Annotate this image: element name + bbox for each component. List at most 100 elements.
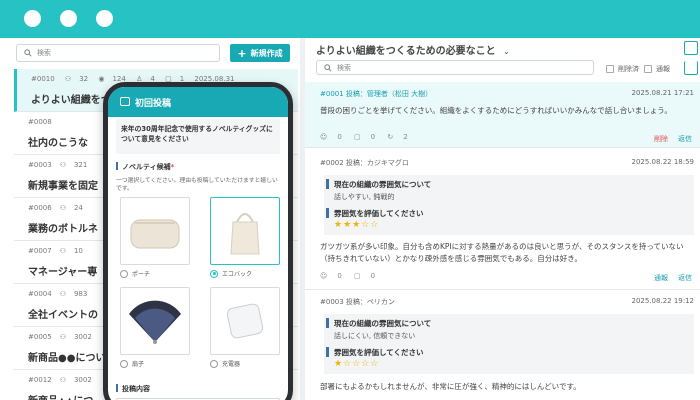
list-item-title: マネージャー専 bbox=[28, 267, 98, 278]
required-mark: * bbox=[170, 163, 175, 171]
user-icon: ⚇ bbox=[59, 376, 66, 384]
list-item-users: 10 bbox=[73, 247, 83, 255]
folding-fan-image bbox=[129, 300, 181, 344]
user-settings-icon[interactable] bbox=[684, 41, 698, 55]
download-icon[interactable] bbox=[684, 61, 698, 75]
option-radio[interactable] bbox=[210, 359, 218, 368]
plus-icon: + bbox=[237, 46, 247, 60]
post-icon bbox=[120, 97, 130, 106]
new-post-button[interactable]: + 新規作成 bbox=[230, 44, 290, 62]
answer-box: 現在の組織の雰囲気について 話しにくい, 信頼できない 雰囲気を評価してください… bbox=[324, 314, 694, 374]
user-icon: ⚇ bbox=[64, 75, 72, 83]
list-item-users: 3002 bbox=[73, 376, 92, 384]
option-label[interactable]: エコバック bbox=[210, 269, 252, 278]
option-label-text: ポーチ bbox=[132, 271, 151, 278]
comment-icon[interactable]: ▢ bbox=[354, 133, 361, 141]
thread-search-input[interactable]: 検索 bbox=[316, 60, 594, 75]
list-item-meta: #0004 ⚇ 983 bbox=[28, 290, 95, 298]
filter-deleted-label: 削除済 bbox=[618, 65, 639, 73]
list-item-title: 新商品●●につい bbox=[28, 353, 106, 364]
list-item-id: #0005 bbox=[28, 333, 52, 341]
list-item-meta: #0005 ⚇ 3002 bbox=[28, 333, 100, 341]
delete-link[interactable]: 削除 bbox=[654, 134, 668, 144]
repost-icon[interactable]: ↻ bbox=[387, 133, 393, 141]
option-card-ecobag[interactable] bbox=[210, 197, 280, 265]
thread-title-text: よりよい組織をつくるための必要なこと bbox=[316, 46, 496, 57]
list-item-id: #0008 bbox=[28, 118, 52, 126]
tote-bag-image bbox=[230, 213, 260, 255]
question-label: 現在の組織の雰囲気について bbox=[334, 319, 432, 328]
like-count: 0 bbox=[337, 133, 342, 141]
post-item: #0001 投稿：管理者（松田 大樹） 2025.08.21 17:21 普段の… bbox=[305, 82, 700, 148]
list-item-users: 3002 bbox=[73, 333, 92, 341]
user-icon: ⚇ bbox=[59, 247, 66, 255]
post-date: 2025.08.22 19:12 bbox=[631, 297, 694, 305]
star-rating: ★★★☆☆ bbox=[334, 220, 380, 230]
option-label[interactable]: 充電器 bbox=[210, 359, 240, 368]
post-meta: #0003 投稿：ペリカン bbox=[320, 298, 395, 306]
option-radio-selected[interactable] bbox=[210, 269, 218, 278]
option-label-text: エコバック bbox=[222, 271, 253, 278]
list-item-title: よりよい組織をつ bbox=[31, 95, 111, 106]
reply-link[interactable]: 返信 bbox=[678, 273, 692, 283]
filter-report-checkbox[interactable]: 通報 bbox=[644, 64, 670, 74]
eye-icon: ◉ bbox=[98, 75, 105, 83]
post-date: 2025.08.22 18:59 bbox=[631, 158, 694, 166]
list-search-placeholder: 検索 bbox=[37, 49, 51, 57]
option-radio[interactable] bbox=[120, 269, 128, 278]
question-label: 雰囲気を評価してください bbox=[334, 209, 424, 218]
content-field-label: 投稿内容 bbox=[116, 384, 150, 394]
list-item-meta: #0003 ⚇ 321 bbox=[28, 161, 95, 169]
option-label[interactable]: ポーチ bbox=[120, 269, 150, 278]
post-actions: ☺ 0 ▢ 0 bbox=[320, 272, 385, 280]
list-item-users: 983 bbox=[73, 290, 88, 298]
list-item-id: #0012 bbox=[28, 376, 52, 384]
list-item-users: 32 bbox=[79, 75, 89, 83]
option-label-text: 扇子 bbox=[132, 361, 145, 368]
list-item-title: 新規事業を固定 bbox=[28, 181, 98, 192]
list-item-title: 業務のボトルネ bbox=[28, 224, 98, 235]
content-field-title: 投稿内容 bbox=[122, 385, 150, 393]
list-item-id: #0006 bbox=[28, 204, 52, 212]
option-radio[interactable] bbox=[120, 359, 128, 368]
list-item-id: #0010 bbox=[31, 75, 55, 83]
phone-header-title: 初回投稿 bbox=[135, 99, 172, 109]
repost-count: 2 bbox=[403, 133, 408, 141]
post-item: #0003 投稿：ペリカン 2025.08.22 19:12 現在の組織の雰囲気… bbox=[305, 292, 700, 400]
question-marker bbox=[326, 208, 329, 218]
post-text: ガツガツ系が多い印象。自分も含めKPIに対する熱量があるのは良いと思うが、そのス… bbox=[320, 242, 684, 263]
answer-box: 現在の組織の雰囲気について 話しやすい, 鈍戦的 雰囲気を評価してください ★★… bbox=[324, 175, 694, 235]
smile-icon[interactable]: ☺ bbox=[320, 272, 327, 280]
list-item-meta: #0008 bbox=[28, 118, 60, 126]
option-group-title: ノベルティ候補 bbox=[122, 163, 171, 171]
option-label[interactable]: 扇子 bbox=[120, 359, 144, 368]
phone-header: 初回投稿 bbox=[108, 87, 288, 117]
post-text: 普段の困りごとを挙げてください。組織をよくするためにどうすればいいかみんなで話し… bbox=[320, 106, 672, 115]
search-icon bbox=[24, 49, 32, 57]
new-post-label: 新規作成 bbox=[250, 48, 283, 58]
list-item-meta: #0006 ⚇ 24 bbox=[28, 204, 91, 212]
report-link[interactable]: 通報 bbox=[654, 273, 668, 283]
option-label-text: 充電器 bbox=[222, 361, 241, 368]
list-item-title: 全社イベントの bbox=[28, 310, 98, 321]
list-search-input[interactable]: 検索 bbox=[16, 44, 220, 62]
comment-icon[interactable]: ▢ bbox=[354, 272, 361, 280]
filter-deleted-checkbox[interactable]: 削除済 bbox=[606, 64, 639, 74]
option-hint: 一つ選択してください。理由も投稿していただけますと嬉しいです。 bbox=[116, 178, 278, 193]
option-card-fan[interactable] bbox=[120, 287, 190, 355]
thread-search-placeholder: 検索 bbox=[337, 63, 351, 72]
answer-text: 話しにくい, 信頼できない bbox=[334, 332, 416, 340]
option-group-label: ノベルティ候補* bbox=[116, 162, 174, 172]
reply-link[interactable]: 返信 bbox=[678, 134, 692, 144]
list-item-users: 321 bbox=[73, 161, 88, 169]
comment-count: 0 bbox=[370, 133, 376, 141]
post-meta: #0001 投稿：管理者（松田 大樹） bbox=[320, 90, 433, 98]
thread-title[interactable]: よりよい組織をつくるための必要なこと ⌄ bbox=[316, 42, 510, 57]
option-card-charger[interactable] bbox=[210, 287, 280, 355]
list-item-id: #0007 bbox=[28, 247, 52, 255]
option-card-pouch[interactable] bbox=[120, 197, 190, 265]
smile-icon[interactable]: ☺ bbox=[320, 133, 327, 141]
list-item-title: 新商品▲▲につ bbox=[28, 392, 93, 400]
list-item-title: 社内のこうな bbox=[28, 138, 88, 149]
user-icon: ⚇ bbox=[59, 161, 66, 169]
